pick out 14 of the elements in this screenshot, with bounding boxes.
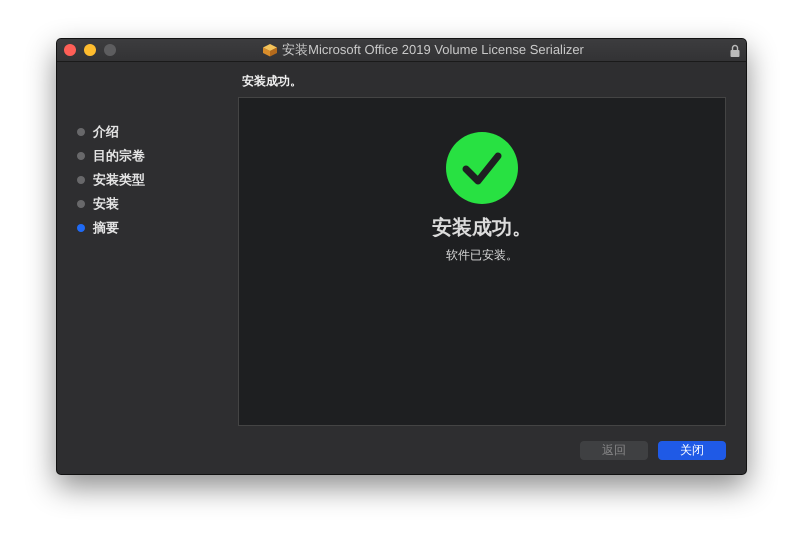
step-label: 摘要	[93, 219, 119, 237]
page-heading: 安装成功。	[242, 73, 303, 90]
step-label: 安装	[93, 195, 119, 213]
step-label: 安装类型	[93, 171, 145, 189]
window-title: 安装Microsoft Office 2019 Volume License Serializer	[282, 41, 584, 59]
result-title: 安装成功。	[432, 216, 532, 241]
step-label: 目的宗卷	[93, 147, 145, 165]
checkmark-icon	[446, 132, 518, 204]
close-button[interactable]: 关闭	[658, 441, 726, 460]
minimize-window-icon[interactable]	[84, 44, 96, 56]
close-window-icon[interactable]	[64, 44, 76, 56]
result-message: 软件已安装。	[446, 247, 518, 264]
step-label: 介绍	[93, 123, 119, 141]
package-icon	[262, 43, 278, 57]
